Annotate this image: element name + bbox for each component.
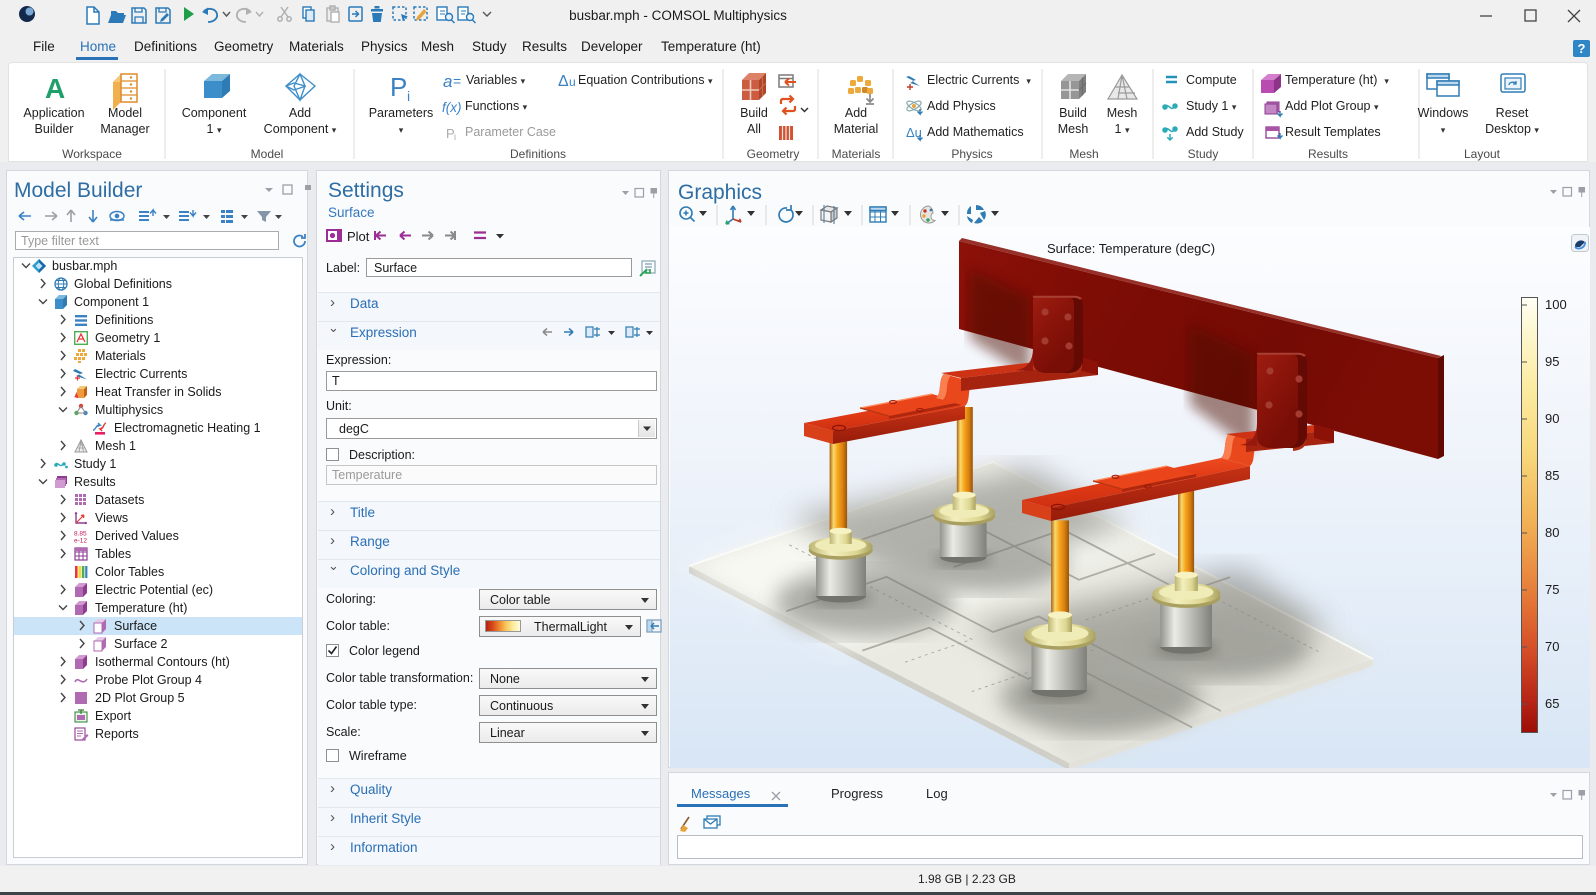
svg-text:i: i [407,88,410,104]
svg-text:i: i [454,132,456,142]
svg-text:u: u [569,75,576,89]
svg-text:P: P [390,72,407,102]
svg-text:Δ: Δ [558,73,569,90]
svg-text:8.85: 8.85 [74,531,87,538]
svg-text:f(x): f(x) [442,100,462,115]
svg-text:e-12: e-12 [74,538,87,545]
svg-text:A: A [45,73,65,104]
svg-text:a: a [443,72,452,91]
svg-text:=: = [453,73,461,89]
